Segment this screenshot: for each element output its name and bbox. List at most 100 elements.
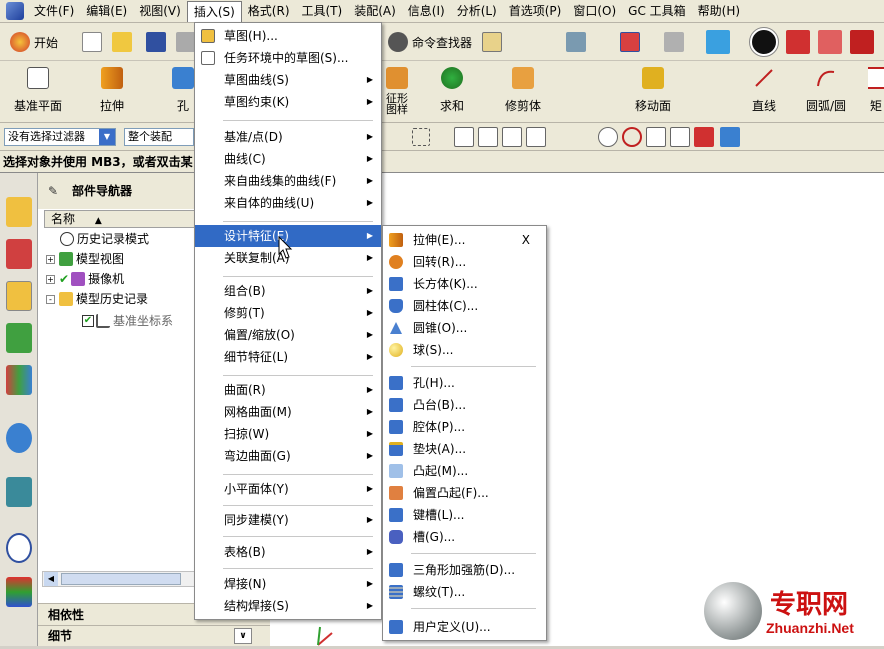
app-icon[interactable] xyxy=(6,2,24,20)
pin-icon[interactable]: ✎ xyxy=(48,173,58,209)
start-button[interactable]: 开始 xyxy=(34,34,58,51)
chevron-down-icon[interactable]: ▼ xyxy=(99,129,115,145)
tree-item-datum-csys[interactable]: ✔ 基准坐标系 xyxy=(82,311,173,331)
menu-item-sweep[interactable]: 扫掠(W) ▶ xyxy=(195,423,381,445)
toolbar-icon[interactable] xyxy=(482,32,502,52)
web-browser-icon[interactable] xyxy=(6,477,32,507)
rectangle-button[interactable]: 矩 xyxy=(868,67,884,114)
snap-body-icon[interactable] xyxy=(720,127,740,147)
menu-format[interactable]: 格式(R) xyxy=(242,1,296,22)
tree-item-model-views[interactable]: + 模型视图 xyxy=(46,249,124,269)
menu-item-thread[interactable]: 螺纹(T)... xyxy=(383,581,546,603)
menu-item-revolve[interactable]: 回转(R)... xyxy=(383,251,546,273)
move-face-button[interactable]: 移动面 xyxy=(628,67,678,114)
line-button[interactable]: 直线 xyxy=(744,67,784,114)
menu-item-facet-body[interactable]: 小平面体(Y) ▶ xyxy=(195,478,381,500)
menu-item-combine[interactable]: 组合(B) ▶ xyxy=(195,280,381,302)
menu-item-datum-point[interactable]: 基准/点(D) ▶ xyxy=(195,126,381,148)
system-materials-icon[interactable] xyxy=(6,577,32,607)
menu-info[interactable]: 信息(I) xyxy=(402,1,451,22)
rect-select-icon[interactable] xyxy=(412,128,430,146)
menu-item-curve-from-bodies[interactable]: 来自体的曲线(U) ▶ xyxy=(195,192,381,214)
trim-body-button[interactable]: 修剪体 xyxy=(498,67,548,114)
section-cube-icon[interactable] xyxy=(850,30,874,54)
menu-item-sketch[interactable]: 草图(H)... xyxy=(195,25,381,47)
binoculars-icon[interactable] xyxy=(388,32,408,52)
snap-intersect-icon[interactable] xyxy=(574,127,594,147)
roles-icon[interactable] xyxy=(6,365,32,395)
menu-item-pocket[interactable]: 腔体(P)... xyxy=(383,416,546,438)
menu-item-synchronous-modeling[interactable]: 同步建模(Y) ▶ xyxy=(195,509,381,531)
menu-item-emboss[interactable]: 凸起(M)... xyxy=(383,460,546,482)
scroll-left-icon[interactable]: ◀ xyxy=(44,572,58,586)
new-file-icon[interactable] xyxy=(82,32,102,52)
menu-item-structure-weld[interactable]: 结构焊接(S) ▶ xyxy=(195,595,381,617)
shaded-cube-icon[interactable] xyxy=(706,30,730,54)
menu-gc-toolbox[interactable]: GC 工具箱 xyxy=(622,1,692,22)
pattern-feature-button[interactable]: 征形 图样 xyxy=(380,67,414,115)
menu-item-boss[interactable]: 凸台(B)... xyxy=(383,394,546,416)
menu-item-block[interactable]: 长方体(K)... xyxy=(383,273,546,295)
details-panel[interactable]: 细节 ∨ xyxy=(38,625,270,646)
visibility-checkbox[interactable]: ✔ xyxy=(82,315,94,327)
menu-item-cone[interactable]: 圆锥(O)... xyxy=(383,317,546,339)
collapse-icon[interactable]: - xyxy=(46,294,55,304)
menu-insert[interactable]: 插入(S) xyxy=(186,0,242,22)
menu-item-pad[interactable]: 垫块(A)... xyxy=(383,438,546,460)
snap-on-curve-icon[interactable] xyxy=(670,127,690,147)
open-folder-icon[interactable] xyxy=(112,32,132,52)
display-icon[interactable] xyxy=(664,32,684,52)
menu-item-user-defined[interactable]: 用户定义(U)... xyxy=(383,616,546,638)
menu-help[interactable]: 帮助(H) xyxy=(692,1,746,22)
menu-item-weld[interactable]: 焊接(N) ▶ xyxy=(195,573,381,595)
menu-preferences[interactable]: 首选项(P) xyxy=(503,1,568,22)
snap-face-icon[interactable] xyxy=(694,127,714,147)
menu-item-groove[interactable]: 槽(G)... xyxy=(383,526,546,548)
menu-item-trim[interactable]: 修剪(T) ▶ xyxy=(195,302,381,324)
menu-item-detail-feature[interactable]: 细节特征(L) ▶ xyxy=(195,346,381,368)
menu-item-slot[interactable]: 键槽(L)... xyxy=(383,504,546,526)
menu-item-triangular-rib[interactable]: 三角形加强筋(D)... xyxy=(383,559,546,581)
snap-curve-icon[interactable] xyxy=(550,127,570,147)
part-navigator-icon[interactable] xyxy=(6,281,32,311)
tree-item-history-mode[interactable]: 历史记录模式 xyxy=(46,229,149,249)
menu-item-sketch-task-environment[interactable]: 任务环境中的草图(S)... xyxy=(195,47,381,69)
menu-item-surface[interactable]: 曲面(R) ▶ xyxy=(195,379,381,401)
menu-tools[interactable]: 工具(T) xyxy=(296,1,349,22)
arc-circle-button[interactable]: 圆弧/圆 xyxy=(800,67,852,114)
menu-item-extrude[interactable]: 拉伸(E)... X xyxy=(383,229,546,251)
layer-icon[interactable] xyxy=(566,32,586,52)
fit-view-icon[interactable] xyxy=(620,32,640,52)
menu-item-hole[interactable]: 孔(H)... xyxy=(383,372,546,394)
info-icon[interactable] xyxy=(6,423,32,453)
menu-window[interactable]: 窗口(O) xyxy=(567,1,622,22)
snap-endpoint-icon[interactable] xyxy=(502,127,522,147)
snap-multi-icon[interactable] xyxy=(478,127,498,147)
menu-item-offset-emboss[interactable]: 偏置凸起(F)... xyxy=(383,482,546,504)
scroll-thumb[interactable] xyxy=(61,573,181,585)
save-icon[interactable] xyxy=(146,32,166,52)
menu-item-flange-surface[interactable]: 弯边曲面(G) ▶ xyxy=(195,445,381,467)
chevron-down-icon[interactable]: ∨ xyxy=(234,628,252,644)
menu-analysis[interactable]: 分析(L) xyxy=(451,1,503,22)
menu-file[interactable]: 文件(F) xyxy=(28,1,80,22)
menu-assembly[interactable]: 装配(A) xyxy=(348,1,402,22)
selection-scope-dropdown[interactable]: 整个装配 xyxy=(124,128,194,146)
tree-item-cameras[interactable]: + ✔ 摄像机 xyxy=(46,269,124,289)
reuse-library-icon[interactable] xyxy=(6,323,32,353)
datum-plane-button[interactable]: 基准平面 xyxy=(8,67,68,114)
unite-button[interactable]: 求和 xyxy=(432,67,472,114)
snap-center-icon[interactable] xyxy=(598,127,618,147)
close-icon[interactable]: X xyxy=(522,229,530,251)
assembly-navigator-icon[interactable] xyxy=(6,197,32,227)
command-finder-label[interactable]: 命令查找器 xyxy=(412,34,472,51)
red-wire-cube-icon[interactable] xyxy=(818,30,842,54)
snap-quadrant-icon[interactable] xyxy=(622,127,642,147)
menu-edit[interactable]: 编辑(E) xyxy=(80,1,133,22)
menu-item-curve-from-curves[interactable]: 来自曲线集的曲线(F) ▶ xyxy=(195,170,381,192)
red-cube-icon[interactable] xyxy=(786,30,810,54)
menu-item-offset-scale[interactable]: 偏置/缩放(O) ▶ xyxy=(195,324,381,346)
menu-view[interactable]: 视图(V) xyxy=(133,1,187,22)
snap-midpoint-icon[interactable] xyxy=(526,127,546,147)
expand-icon[interactable]: + xyxy=(46,274,55,284)
